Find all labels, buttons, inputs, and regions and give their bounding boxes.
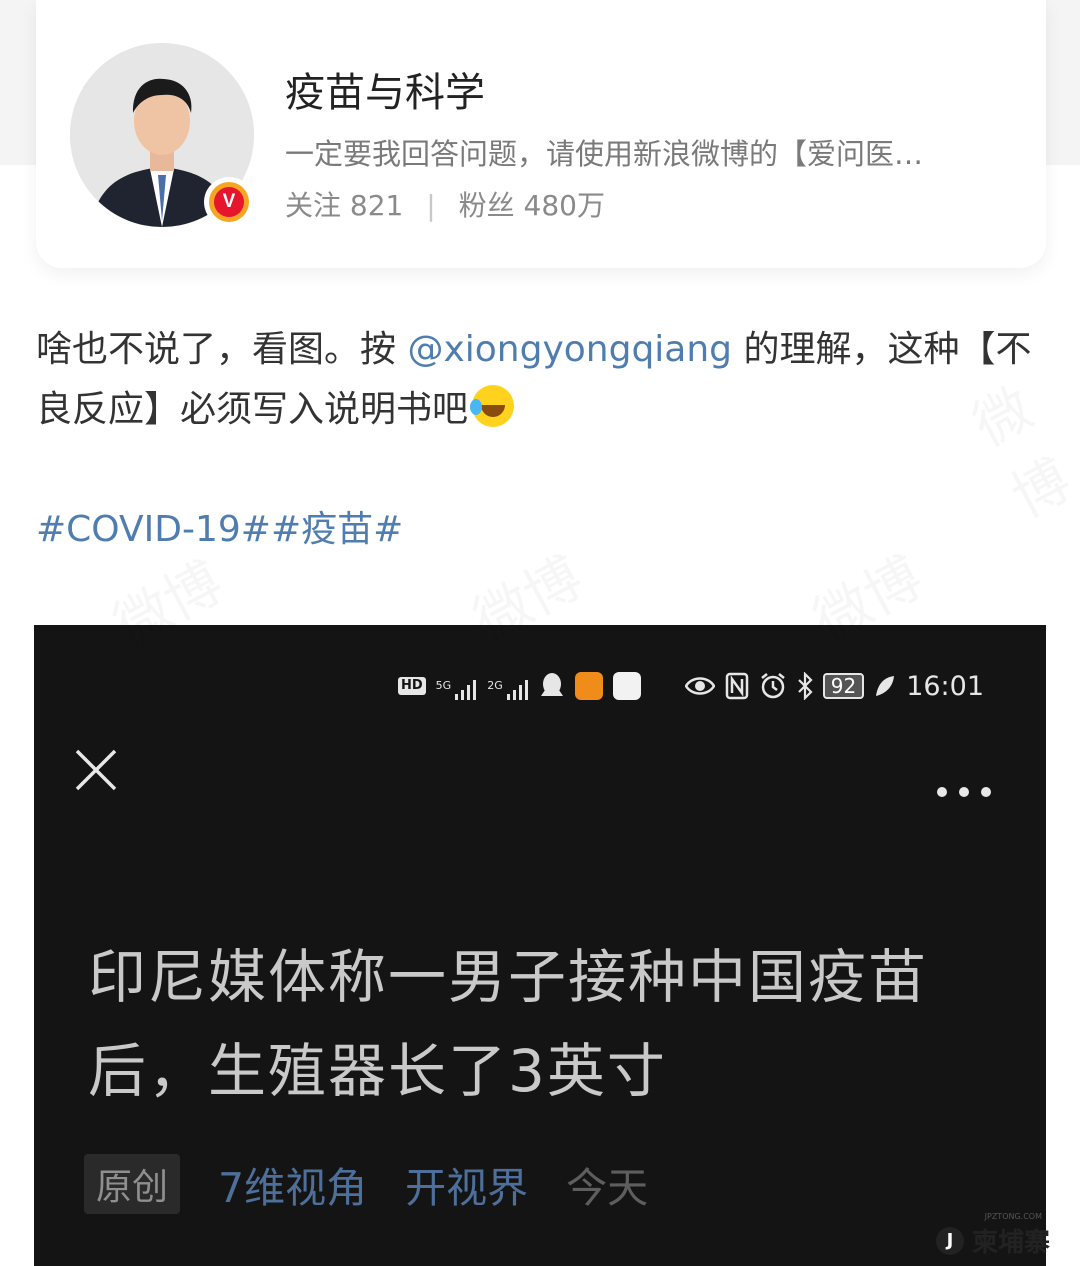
original-badge: 原创	[84, 1154, 181, 1214]
bluetooth-icon	[797, 672, 813, 700]
hashtag-vaccine[interactable]: #疫苗#	[271, 509, 403, 550]
profile-stats: 关注 821 | 粉丝 480万	[285, 184, 605, 224]
followers-label[interactable]: 粉丝	[459, 189, 515, 222]
eye-icon	[684, 677, 715, 695]
mention-link[interactable]: @xiongyongqiang	[407, 329, 732, 370]
followers-count[interactable]: 480万	[524, 189, 605, 222]
following-label[interactable]: 关注	[285, 189, 341, 222]
status-time: 16:01	[906, 670, 984, 702]
site-logo-icon: J	[935, 1226, 964, 1255]
nfc-icon	[725, 672, 748, 700]
video-app-icon	[574, 672, 603, 700]
site-logo: JPZTONG.COM J 柬埔寨	[935, 1212, 1050, 1259]
signal-5g-label: 5G	[435, 679, 452, 692]
hashtag-covid[interactable]: #COVID-19#	[36, 509, 271, 550]
following-count[interactable]: 821	[350, 189, 403, 222]
hd-icon: HD	[398, 677, 426, 695]
laugh-cry-icon	[470, 385, 515, 427]
source-account-link[interactable]: 7维视角	[218, 1154, 367, 1214]
battery-icon: 92	[822, 673, 865, 699]
app-icon	[612, 672, 641, 700]
post-text: 啥也不说了，看图。按 @xiongyongqiang 的理解，这种【不良反应】必…	[36, 320, 1046, 440]
hashtags: #COVID-19##疫苗#	[36, 500, 403, 552]
verified-badge: V	[204, 177, 254, 227]
qq-icon	[540, 673, 563, 696]
profile-description: 一定要我回答问题，请使用新浪微博的【爱问医…	[285, 137, 924, 171]
signal-5g-icon: 5G	[435, 679, 478, 700]
alarm-icon	[760, 673, 785, 699]
article-time: 今天	[566, 1164, 649, 1212]
article-meta: 原创 7维视角 开视界 今天	[84, 1154, 648, 1214]
stats-divider: |	[426, 189, 436, 222]
more-options-icon[interactable]	[934, 784, 994, 800]
site-logo-url: JPZTONG.COM	[984, 1212, 1042, 1221]
signal-2g-icon: 2G	[487, 679, 529, 700]
status-bar: HD 5G 2G 92 16:01	[398, 668, 984, 704]
source-channel-link[interactable]: 开视界	[405, 1154, 528, 1214]
site-logo-text: 柬埔寨	[971, 1228, 1050, 1258]
leaf-icon	[876, 676, 895, 696]
close-icon[interactable]	[74, 748, 118, 792]
signal-2g-label: 2G	[487, 679, 503, 692]
profile-name[interactable]: 疫苗与科学	[285, 60, 485, 118]
post-text-before: 啥也不说了，看图。按	[36, 329, 408, 370]
article-title[interactable]: 印尼媒体称一男子接种中国疫苗后，生殖器长了3英寸	[88, 930, 988, 1118]
verified-icon: V	[214, 187, 244, 217]
